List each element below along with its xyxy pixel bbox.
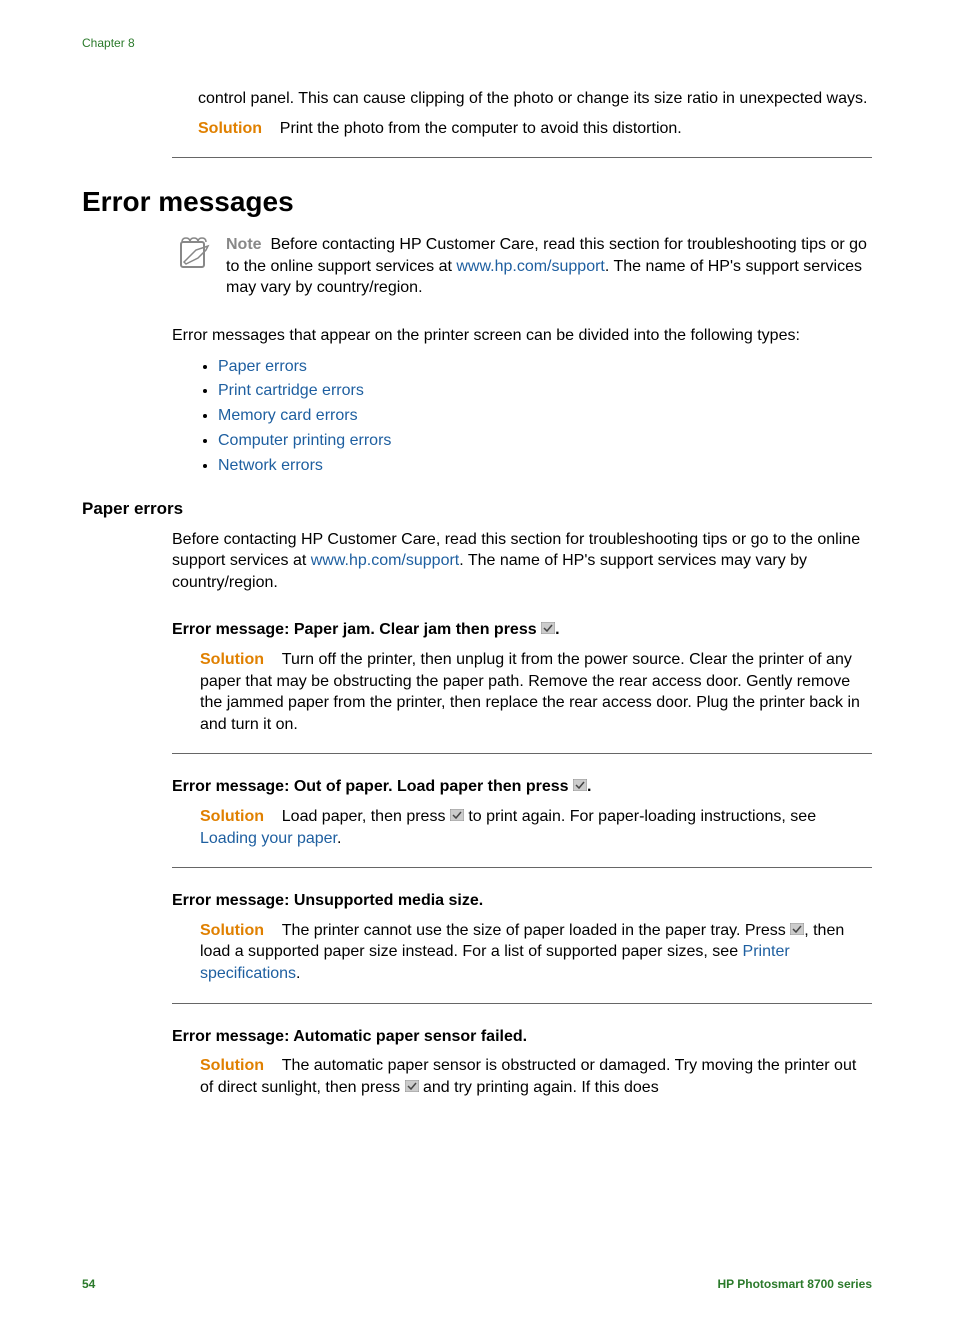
ok-button-icon [790, 920, 804, 942]
error-solution: Solution Turn off the printer, then unpl… [200, 649, 872, 735]
solution-t2: and try printing again. If this does [419, 1079, 659, 1096]
product-name: HP Photosmart 8700 series [717, 1277, 872, 1291]
solution-label: Solution [200, 1057, 264, 1074]
error-types-list: Paper errors Print cartridge errors Memo… [218, 355, 872, 479]
error-title-suffix: . [587, 778, 591, 795]
note-label: Note [226, 236, 262, 253]
error-title-prefix: Error message: Out of paper. Load paper … [172, 778, 573, 795]
ok-button-icon [450, 806, 464, 828]
error-type-link[interactable]: Paper errors [218, 358, 307, 375]
note-block: Note Before contacting HP Customer Care,… [178, 234, 872, 307]
solution-text: Print the photo from the computer to avo… [280, 120, 682, 137]
solution-t1: Load paper, then press [282, 808, 450, 825]
ok-button-icon [405, 1077, 419, 1099]
solution-label: Solution [200, 922, 264, 939]
error-title: Error message: Out of paper. Load paper … [172, 776, 872, 798]
solution-label: Solution [200, 808, 264, 825]
error-title: Error message: Automatic paper sensor fa… [172, 1026, 872, 1048]
loading-paper-link[interactable]: Loading your paper [200, 830, 337, 847]
error-title-suffix: . [555, 621, 559, 638]
error-solution: Solution The printer cannot use the size… [200, 920, 872, 985]
page-heading: Error messages [82, 186, 872, 218]
error-title: Error message: Unsupported media size. [172, 890, 872, 912]
paper-errors-heading: Paper errors [82, 499, 872, 519]
support-link[interactable]: www.hp.com/support [311, 552, 460, 569]
error-title-prefix: Error message: Automatic paper sensor fa… [172, 1028, 527, 1045]
error-type-link[interactable]: Print cartridge errors [218, 382, 364, 399]
error-title-prefix: Error message: Paper jam. Clear jam then… [172, 621, 541, 638]
solution-t1: The printer cannot use the size of paper… [282, 922, 790, 939]
error-type-link[interactable]: Memory card errors [218, 407, 358, 424]
error-title: Error message: Paper jam. Clear jam then… [172, 619, 872, 641]
note-text: Note Before contacting HP Customer Care,… [226, 234, 872, 299]
divider [172, 157, 872, 158]
divider [172, 867, 872, 868]
page-number: 54 [82, 1277, 95, 1291]
error-type-link[interactable]: Network errors [218, 457, 323, 474]
body-intro: Error messages that appear on the printe… [172, 325, 872, 347]
solution-text: Turn off the printer, then unplug it fro… [200, 651, 860, 733]
solution-label: Solution [200, 651, 264, 668]
divider [172, 1003, 872, 1004]
solution-t3: . [296, 965, 300, 982]
error-solution: Solution Load paper, then press to print… [200, 806, 872, 849]
intro-solution: Solution Print the photo from the comput… [198, 118, 872, 140]
chapter-label: Chapter 8 [82, 36, 872, 50]
solution-t2: to print again. For paper-loading instru… [464, 808, 816, 825]
divider [172, 753, 872, 754]
ok-button-icon [541, 619, 555, 641]
ok-button-icon [573, 776, 587, 798]
error-solution: Solution The automatic paper sensor is o… [200, 1055, 872, 1098]
error-title-prefix: Error message: Unsupported media size. [172, 892, 483, 909]
page-footer: 54 HP Photosmart 8700 series [82, 1277, 872, 1291]
solution-t3: . [337, 830, 341, 847]
note-link[interactable]: www.hp.com/support [456, 258, 605, 275]
intro-paragraph: control panel. This can cause clipping o… [198, 88, 872, 110]
solution-label: Solution [198, 120, 262, 137]
paper-errors-intro: Before contacting HP Customer Care, read… [172, 529, 872, 594]
error-type-link[interactable]: Computer printing errors [218, 432, 391, 449]
note-icon [178, 236, 212, 275]
